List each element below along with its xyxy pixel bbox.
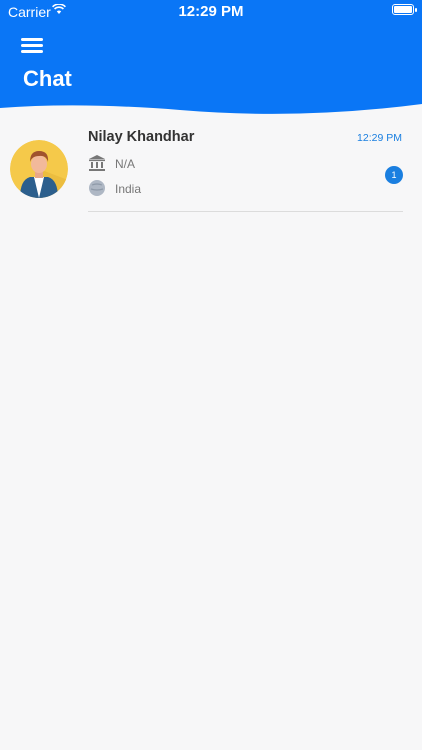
status-time: 12:29 PM — [178, 3, 244, 20]
bank-icon — [89, 155, 105, 171]
divider — [88, 211, 403, 212]
app-header: Carrier 12:29 PM Chat — [0, 0, 422, 118]
chat-list-item[interactable]: Nilay Khandhar 12:29 PM N/A India 1 — [0, 118, 422, 214]
institution-text: N/A — [115, 157, 136, 171]
contact-name: Nilay Khandhar — [88, 129, 195, 145]
country-text: India — [115, 182, 142, 196]
battery-icon — [392, 4, 417, 15]
page-title: Chat — [23, 66, 72, 91]
message-time: 12:29 PM — [357, 132, 402, 144]
status-bar: Carrier 12:29 PM — [0, 0, 422, 22]
globe-icon — [89, 180, 105, 196]
avatar — [10, 140, 68, 198]
unread-badge: 1 — [385, 166, 403, 184]
menu-icon[interactable] — [21, 38, 43, 54]
